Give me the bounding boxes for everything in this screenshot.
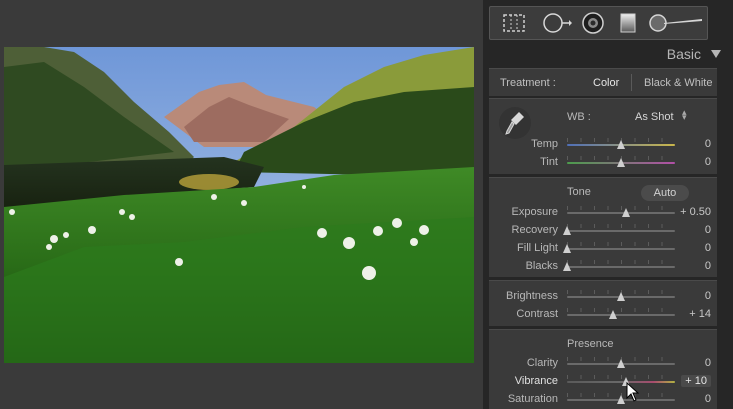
exposure-ticks: [567, 206, 675, 210]
slider-row-saturation: Saturation 0: [489, 390, 717, 408]
fill-light-value[interactable]: 0: [705, 242, 711, 254]
treatment-bw-button[interactable]: Black & White: [644, 77, 712, 89]
recovery-label: Recovery: [511, 224, 558, 236]
recovery-ticks: [567, 224, 675, 228]
treatment-divider: [631, 74, 632, 91]
wb-label: WB :: [567, 111, 591, 123]
white-balance-section: WB : As Shot ▴ ▾ Temp 0 Tint 0: [489, 98, 717, 174]
exposure-value[interactable]: + 0.50: [680, 206, 711, 218]
panel-title: Basic: [666, 46, 701, 62]
exposure-slider-track[interactable]: [567, 212, 675, 214]
slider-row-vibrance: Vibrance + 10: [489, 372, 717, 390]
contrast-slider-track[interactable]: [567, 314, 675, 316]
saturation-value[interactable]: 0: [705, 393, 711, 405]
temp-value[interactable]: 0: [705, 138, 711, 150]
mouse-pointer-icon: [626, 382, 640, 402]
slider-row-recovery: Recovery 0: [489, 221, 717, 239]
adjustment-brush-icon[interactable]: [648, 12, 704, 34]
saturation-slider-thumb[interactable]: [617, 395, 625, 404]
treatment-section: Treatment : Color Black & White: [489, 68, 717, 96]
saturation-label: Saturation: [507, 393, 558, 405]
presence-heading: Presence: [567, 338, 614, 350]
blacks-ticks: [567, 260, 675, 264]
panel-header[interactable]: Basic: [483, 44, 733, 66]
treatment-color-button[interactable]: Color: [593, 77, 619, 89]
blacks-value[interactable]: 0: [705, 260, 711, 272]
exposure-slider-thumb[interactable]: [622, 208, 631, 217]
recovery-value[interactable]: 0: [705, 224, 711, 236]
fill-light-ticks: [567, 242, 675, 246]
tone-section: Tone Auto Exposure + 0.50 Recovery 0 Fill Li…: [489, 177, 717, 277]
blacks-slider-thumb[interactable]: [563, 262, 571, 271]
exposure-label: Exposure: [511, 206, 558, 218]
image-canvas-area: [0, 0, 483, 409]
contrast-value[interactable]: + 14: [689, 308, 711, 320]
contrast-ticks: [567, 308, 675, 312]
slider-row-temp: Temp 0: [489, 135, 717, 153]
brightness-value[interactable]: 0: [705, 290, 711, 302]
landscape-photo-art: [4, 47, 474, 363]
crop-overlay-icon[interactable]: [500, 12, 528, 34]
clarity-slider-thumb[interactable]: [617, 359, 625, 368]
vibrance-slider-track[interactable]: [567, 381, 675, 383]
slider-row-blacks: Blacks 0: [489, 257, 717, 275]
contrast-slider-thumb[interactable]: [609, 310, 618, 319]
updown-arrows-icon[interactable]: ▴ ▾: [682, 108, 687, 122]
fill-light-slider-thumb[interactable]: [563, 244, 571, 253]
vibrance-label: Vibrance: [514, 375, 558, 387]
collapse-triangle-icon[interactable]: [711, 50, 721, 58]
presence-section: Presence Clarity 0 Vibrance + 10 Saturation 0: [489, 329, 717, 409]
develop-right-panel: Basic Treatment : Color Black & White WB…: [483, 0, 733, 409]
tint-label: Tint: [540, 156, 558, 168]
slider-row-clarity: Clarity 0: [489, 354, 717, 372]
treatment-label: Treatment :: [500, 77, 556, 89]
tint-slider-thumb[interactable]: [617, 158, 625, 167]
clarity-value[interactable]: 0: [705, 357, 711, 369]
slider-row-exposure: Exposure + 0.50: [489, 203, 717, 221]
fill-light-label: Fill Light: [517, 242, 558, 254]
slider-row-contrast: Contrast + 14: [489, 305, 717, 323]
recovery-slider-track[interactable]: [567, 230, 675, 232]
tool-strip: [489, 6, 708, 40]
brightness-slider-thumb[interactable]: [617, 292, 625, 301]
graduated-filter-icon[interactable]: [616, 12, 640, 34]
landscape-photo: [4, 47, 474, 363]
slider-row-fill-light: Fill Light 0: [489, 239, 717, 257]
brightness-label: Brightness: [506, 290, 558, 302]
clarity-label: Clarity: [526, 357, 558, 369]
red-eye-icon[interactable]: [580, 12, 606, 34]
tone-heading: Tone: [567, 186, 591, 198]
slider-row-brightness: Brightness 0: [489, 287, 717, 305]
vibrance-value[interactable]: + 10: [681, 375, 711, 387]
brightness-contrast-section: Brightness 0 Contrast + 14: [489, 280, 717, 326]
wb-dropdown[interactable]: As Shot: [635, 111, 674, 123]
blacks-slider-track[interactable]: [567, 266, 675, 268]
spot-removal-icon[interactable]: [542, 12, 572, 34]
fill-light-slider-track[interactable]: [567, 248, 675, 250]
contrast-label: Contrast: [516, 308, 558, 320]
recovery-slider-thumb[interactable]: [563, 226, 571, 235]
slider-row-tint: Tint 0: [489, 153, 717, 171]
vibrance-ticks: [567, 375, 675, 379]
tint-value[interactable]: 0: [705, 156, 711, 168]
temp-slider-thumb[interactable]: [617, 140, 625, 149]
auto-tone-button[interactable]: Auto: [641, 185, 689, 201]
temp-label: Temp: [531, 138, 558, 150]
blacks-label: Blacks: [525, 260, 558, 272]
